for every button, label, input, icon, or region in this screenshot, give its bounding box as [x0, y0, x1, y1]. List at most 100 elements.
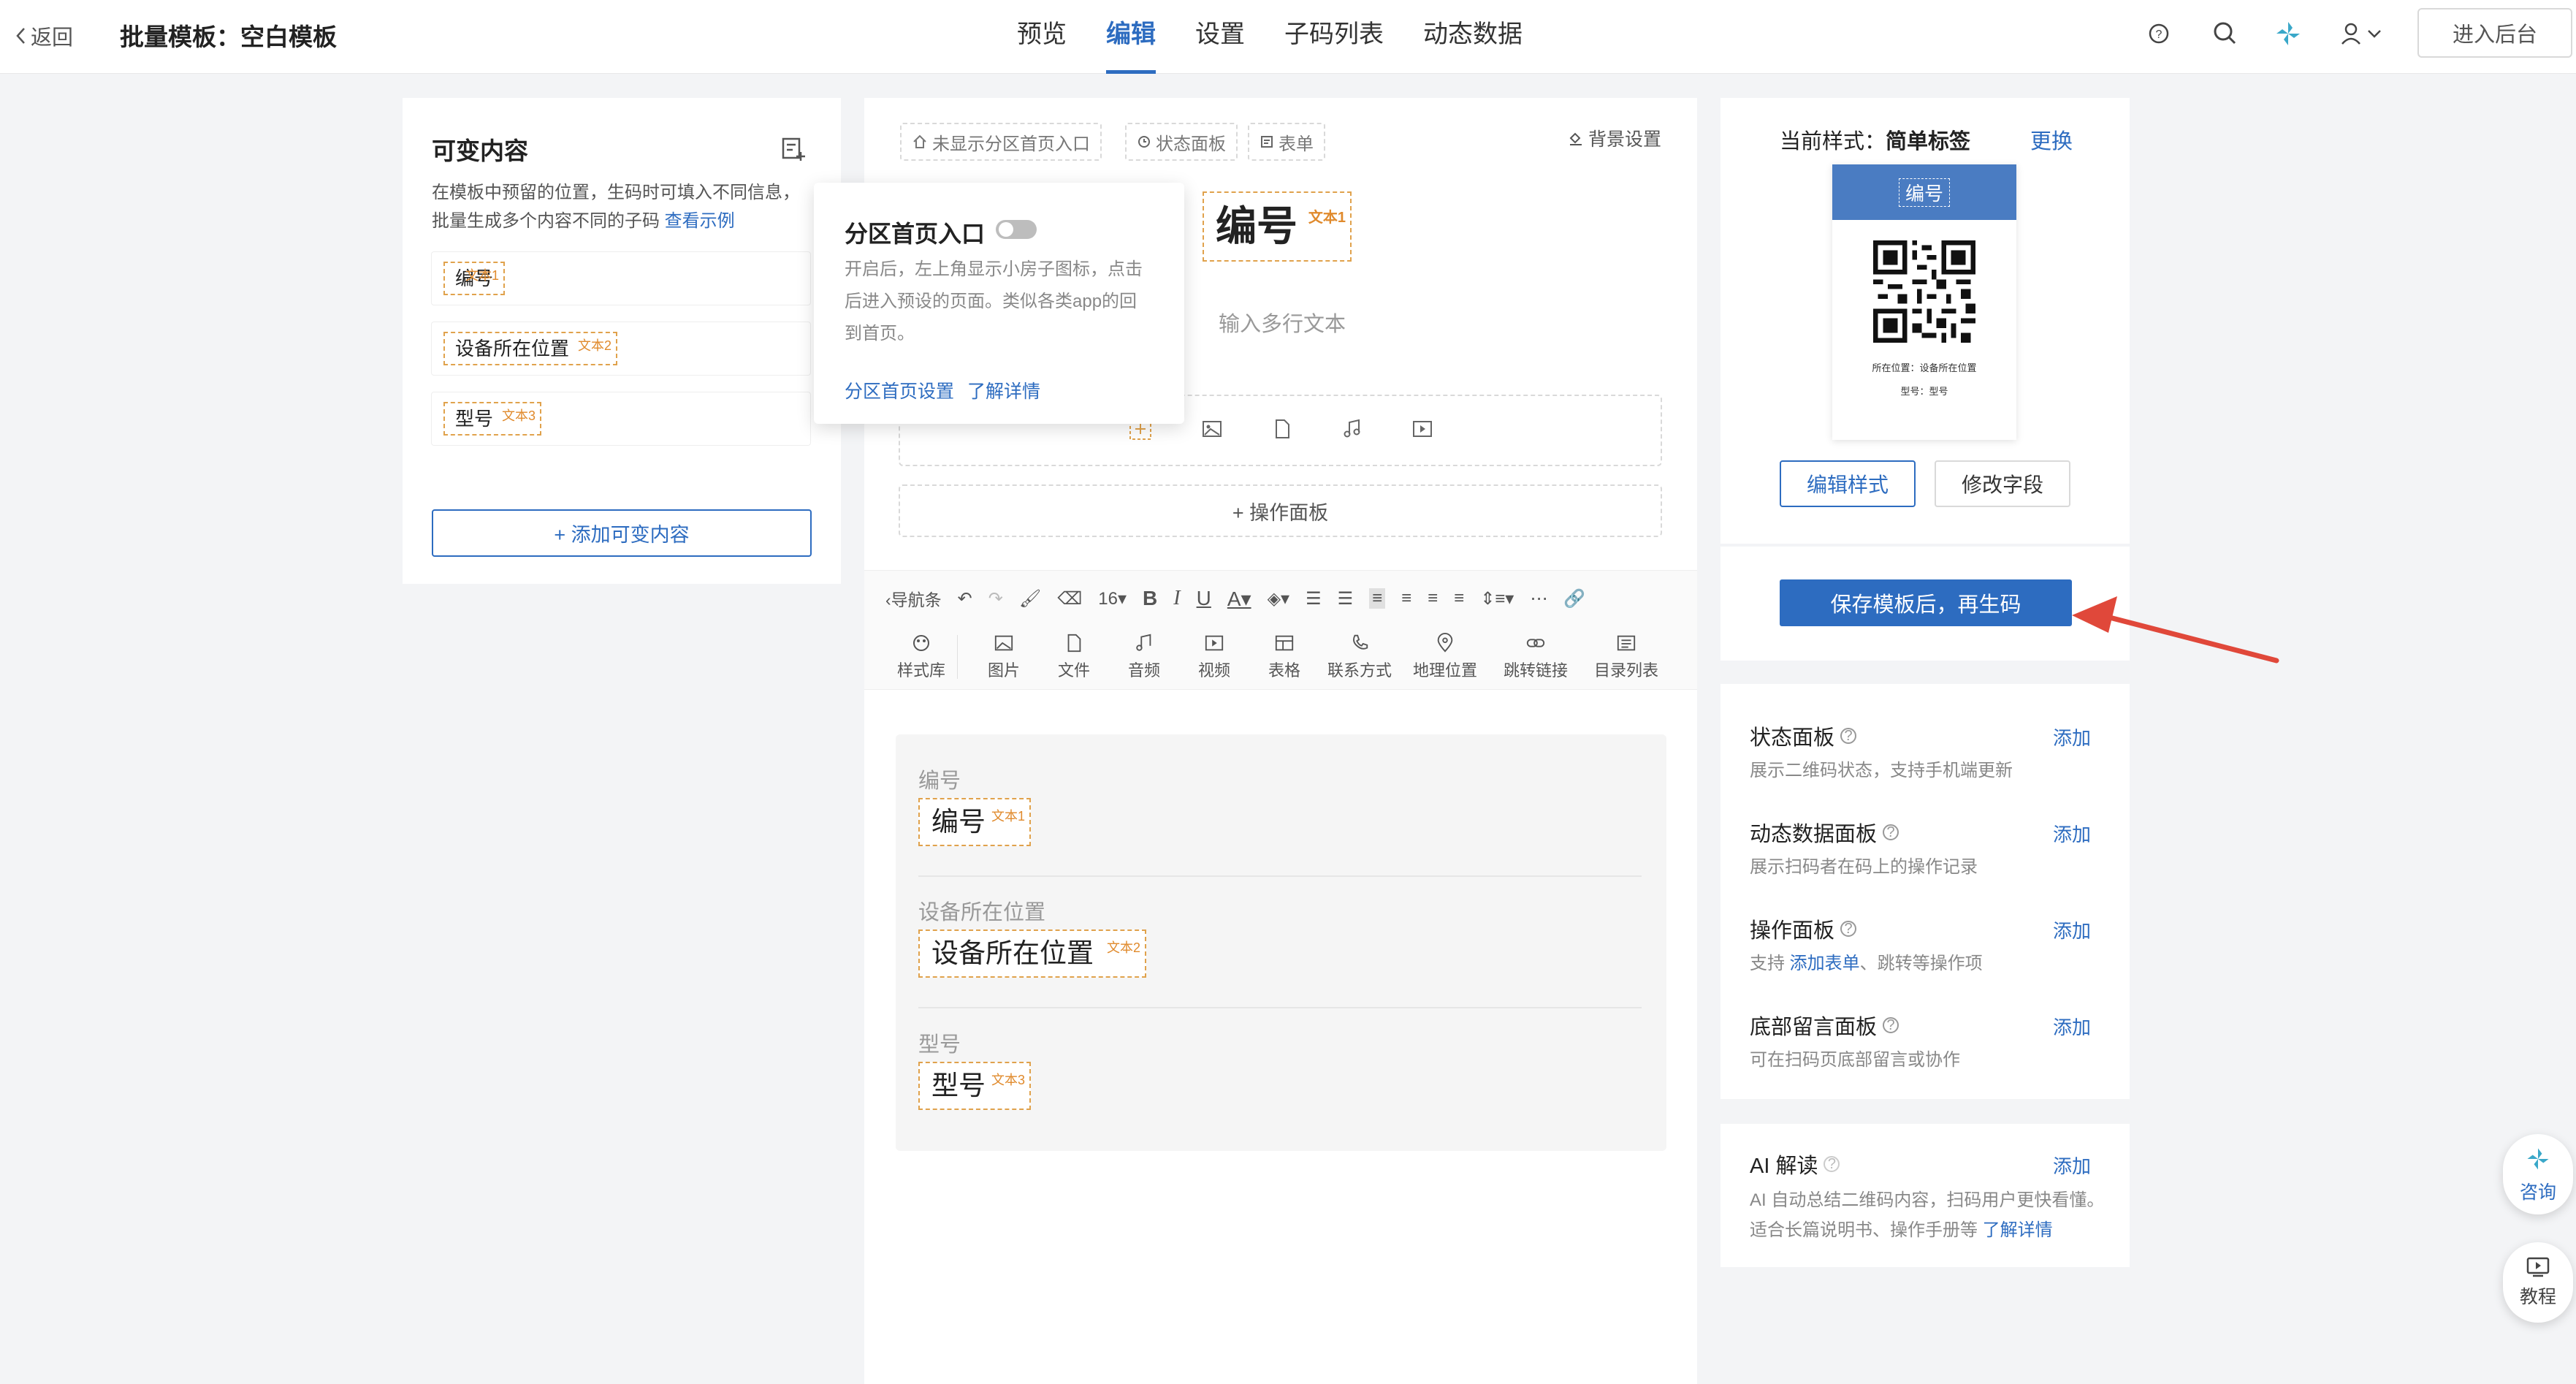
help-icon[interactable]: ? [1883, 1017, 1899, 1033]
variable-content-title: 可变内容 [432, 137, 528, 164]
align-justify-icon[interactable]: ≡ [1454, 588, 1464, 609]
operations-panel-placeholder[interactable]: + 操作面板 [899, 484, 1662, 537]
font-size-select[interactable]: 16▾ [1098, 588, 1127, 609]
align-left-icon[interactable]: ≡ [1369, 588, 1386, 609]
line-height-icon[interactable]: ⇕≡▾ [1480, 588, 1514, 609]
add-ai-link[interactable]: 添加 [2053, 1152, 2091, 1179]
feature-title: 底部留言面板? [1750, 1010, 1899, 1041]
preview-line-location: 所在位置：设备所在位置 [1872, 362, 1977, 373]
search-icon[interactable] [2209, 18, 2241, 50]
insert-audio-button[interactable]: 音频 [1109, 633, 1179, 681]
bold-icon[interactable]: B [1143, 587, 1157, 610]
brand-logo-icon[interactable] [2272, 18, 2304, 50]
add-comment-panel-link[interactable]: 添加 [2053, 1013, 2091, 1040]
video-icon[interactable] [1411, 418, 1433, 440]
tab-settings[interactable]: 设置 [1175, 0, 1265, 74]
style-library-button[interactable]: 样式库 [885, 633, 957, 681]
eraser-icon[interactable]: ⌫ [1057, 588, 1082, 609]
undo-icon[interactable]: ↶ [958, 588, 972, 609]
home-settings-link[interactable]: 分区首页设置 [845, 377, 954, 403]
help-icon[interactable]: ? [1840, 921, 1857, 937]
redo-icon[interactable]: ↷ [988, 588, 1003, 609]
ordered-list-icon[interactable]: ☰ [1306, 588, 1322, 609]
field-value-tag[interactable]: 编号 文本1 [918, 798, 1031, 846]
change-style-link[interactable]: 更换 [2030, 124, 2073, 155]
red-arrow-annotation [2072, 593, 2284, 666]
video-tutorial-icon [2526, 1256, 2550, 1278]
status-panel-chip[interactable]: 状态面板 [1125, 123, 1238, 161]
form-chip[interactable]: 表单 [1248, 123, 1325, 161]
variable-item[interactable]: 型号 文本3 [431, 392, 811, 446]
popover-desc: 开启后，左上角显示小房子图标，点击后进入预设的页面。类似各类app的回到首页。 [845, 259, 1143, 343]
help-icon[interactable]: ? [2143, 18, 2175, 50]
nav-bar-toggle[interactable]: ‹导航条 [885, 586, 942, 611]
add-operations-panel-link[interactable]: 添加 [2053, 916, 2091, 943]
tutorial-button[interactable]: 教程 [2503, 1242, 2573, 1323]
heading-variable-tag[interactable]: 编号 文本1 [1203, 191, 1352, 262]
main-tabs: 预览 编辑 设置 子码列表 动态数据 [997, 0, 1542, 74]
form-icon [1260, 134, 1274, 149]
enter-backend-button[interactable]: 进入后台 [2417, 8, 2572, 58]
add-dynamic-data-panel-link[interactable]: 添加 [2053, 820, 2091, 847]
font-color-icon[interactable]: A▾ [1227, 587, 1251, 611]
view-example-link[interactable]: 查看示例 [665, 211, 735, 231]
feature-desc: 可在扫码页底部留言或协作 [1750, 1050, 1960, 1070]
modify-fields-button[interactable]: 修改字段 [1935, 460, 2070, 507]
file-icon[interactable] [1271, 418, 1293, 440]
insert-toc-button[interactable]: 目录列表 [1581, 633, 1672, 681]
music-icon[interactable] [1341, 418, 1363, 440]
field-label: 编号 [918, 769, 961, 793]
home-icon [912, 134, 928, 150]
insert-file-button[interactable]: 文件 [1039, 633, 1109, 681]
add-variable-icon[interactable] [779, 134, 808, 164]
variable-item[interactable]: 编号 文本1 [431, 251, 811, 305]
consult-button[interactable]: 咨询 [2503, 1134, 2573, 1214]
help-icon[interactable]: ? [1883, 824, 1899, 840]
field-label: 型号 [918, 1033, 961, 1057]
clock-icon [1137, 134, 1151, 149]
field-value-tag[interactable]: 型号 文本3 [918, 1062, 1031, 1110]
add-form-link[interactable]: 添加表单 [1790, 954, 1860, 973]
home-entry-chip[interactable]: 未显示分区首页入口 [900, 123, 1102, 161]
add-status-panel-link[interactable]: 添加 [2053, 723, 2091, 750]
feature-title: 动态数据面板? [1750, 817, 1899, 848]
svg-text:?: ? [2156, 28, 2162, 41]
insert-contact-button[interactable]: 联系方式 [1319, 633, 1400, 681]
insert-table-button[interactable]: 表格 [1249, 633, 1319, 681]
help-icon[interactable]: ? [1840, 728, 1857, 744]
user-menu-icon[interactable] [2336, 18, 2388, 50]
bullet-list-icon[interactable]: ☰ [1338, 588, 1354, 609]
variable-item[interactable]: 设备所在位置 文本2 [431, 322, 811, 376]
highlight-icon[interactable]: ◈▾ [1268, 588, 1290, 609]
tab-dynamic-data[interactable]: 动态数据 [1403, 0, 1542, 74]
feature-title: 操作面板? [1750, 913, 1857, 944]
insert-video-button[interactable]: 视频 [1179, 633, 1249, 681]
insert-location-button[interactable]: 地理位置 [1400, 633, 1490, 681]
insert-image-button[interactable]: 图片 [969, 633, 1039, 681]
align-center-icon[interactable]: ≡ [1401, 588, 1411, 609]
help-icon[interactable]: ? [1824, 1156, 1840, 1172]
home-entry-toggle[interactable] [995, 218, 1037, 241]
tab-subcodes[interactable]: 子码列表 [1265, 0, 1403, 74]
save-template-button[interactable]: 保存模板后，再生码 [1780, 579, 2072, 626]
link-icon[interactable]: 🔗 [1563, 588, 1585, 609]
image-icon[interactable] [1201, 418, 1223, 440]
insert-jump-link-button[interactable]: 跳转链接 [1490, 633, 1581, 681]
feature-title: 状态面板? [1750, 720, 1857, 751]
edit-style-button[interactable]: 编辑样式 [1780, 460, 1916, 507]
tab-preview[interactable]: 预览 [997, 0, 1086, 74]
underline-icon[interactable]: U [1197, 587, 1211, 610]
page-title: 批量模板：空白模板 [120, 23, 337, 50]
divider-icon[interactable]: ⋯ [1530, 588, 1547, 609]
field-value-tag[interactable]: 设备所在位置 文本2 [918, 929, 1146, 978]
ai-learn-more-link[interactable]: 了解详情 [1983, 1220, 2053, 1240]
italic-icon[interactable]: I [1173, 587, 1180, 610]
tab-edit[interactable]: 编辑 [1086, 0, 1175, 74]
multiline-text-placeholder[interactable]: 输入多行文本 [1219, 307, 1346, 338]
format-painter-icon[interactable]: 🖌 [1019, 588, 1041, 609]
background-settings[interactable]: 背景设置 [1568, 125, 1661, 151]
add-variable-button[interactable]: + 添加可变内容 [432, 509, 812, 557]
align-right-icon[interactable]: ≡ [1428, 588, 1438, 609]
back-link[interactable]: 返回 [15, 20, 73, 51]
learn-more-link[interactable]: 了解详情 [967, 377, 1040, 403]
